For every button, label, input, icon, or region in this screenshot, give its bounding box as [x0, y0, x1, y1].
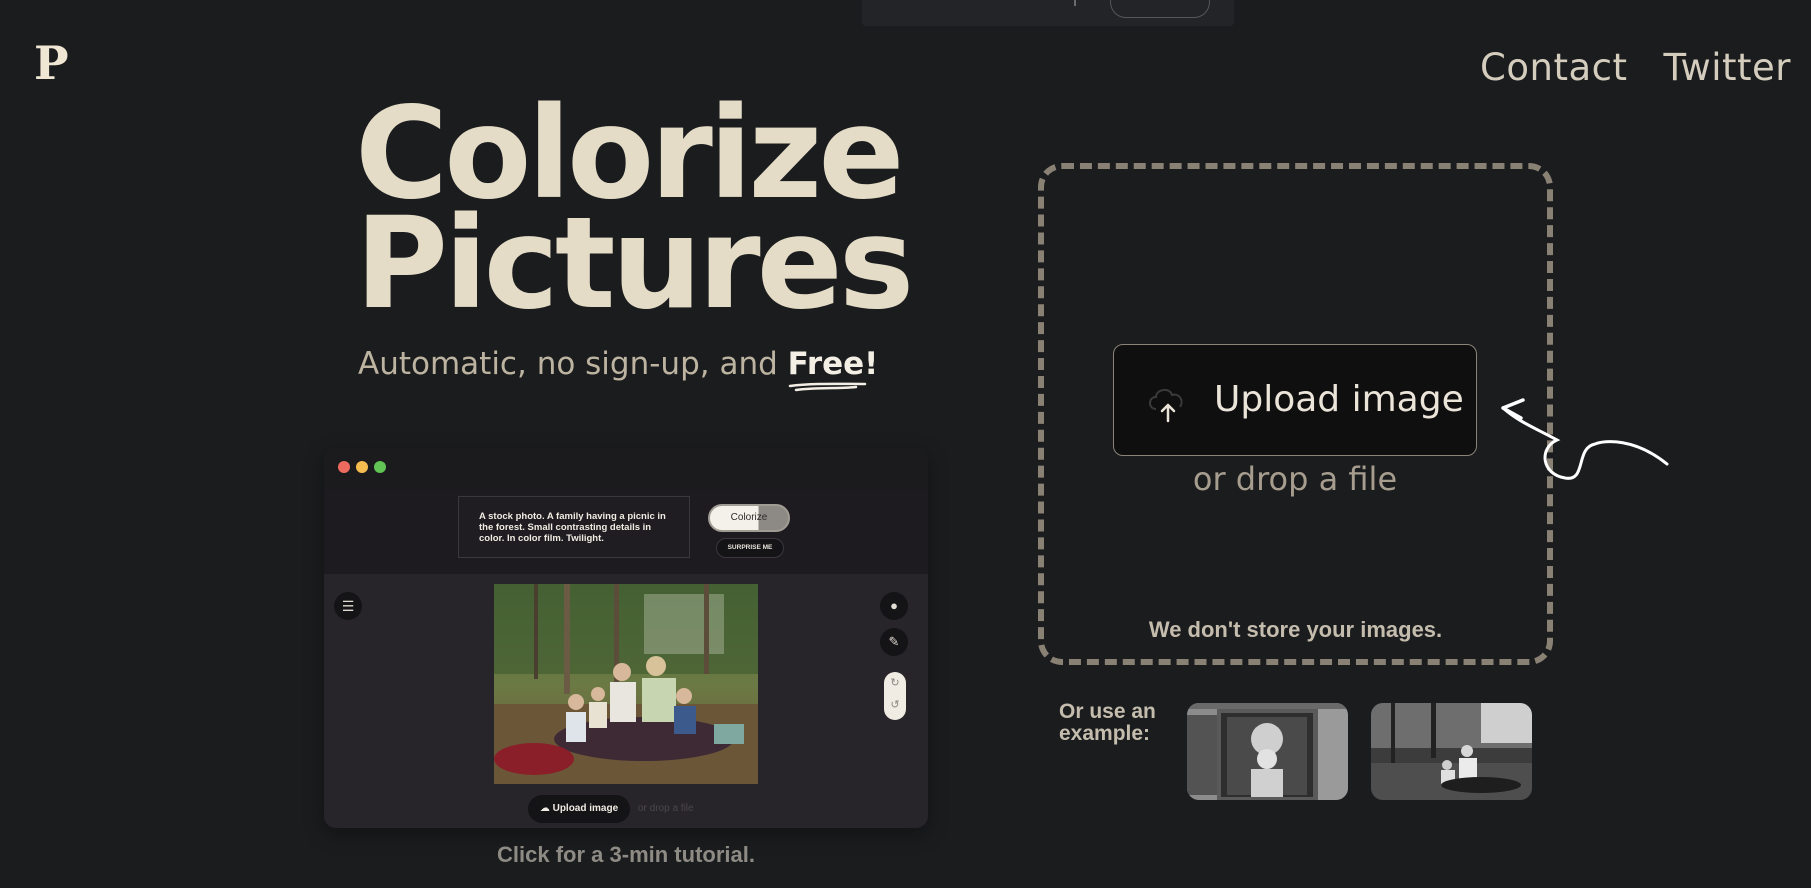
examples-label: Or use an example:	[1059, 700, 1156, 745]
top-banner-stub	[862, 0, 1234, 26]
banner-button[interactable]	[1110, 0, 1210, 18]
demo-toolbar: A stock photo. A family having a picnic …	[324, 490, 928, 574]
pencil-icon: ✎	[880, 628, 908, 656]
palette-icon: ●	[880, 592, 908, 620]
page-title: Colorize Pictures	[355, 90, 914, 327]
demo-upload-button: ☁ Upload image	[528, 795, 630, 823]
window-maximize-dot	[374, 461, 386, 473]
subtitle-emphasis: Free!	[788, 346, 878, 392]
tutorial-video-preview[interactable]: A stock photo. A family having a picnic …	[324, 448, 928, 828]
upload-image-button[interactable]: Upload image	[1113, 344, 1477, 456]
cloud-upload-icon	[1149, 389, 1183, 423]
demo-surprise-button: SURPRISE ME	[716, 538, 784, 558]
example-thumbnail-portrait[interactable]	[1187, 703, 1348, 800]
demo-colorize-button: Colorize	[708, 504, 790, 532]
undo-redo-icon: ↻ ↺	[884, 672, 906, 720]
window-close-dot	[338, 461, 350, 473]
nav-twitter-link[interactable]: Twitter	[1663, 46, 1791, 89]
tutorial-caption[interactable]: Click for a 3-min tutorial.	[324, 842, 928, 868]
window-titlebar	[324, 448, 928, 490]
top-nav: Contact Twitter	[1480, 46, 1791, 89]
title-line-2: Pictures	[355, 189, 914, 337]
example-thumbnail-picnic[interactable]	[1371, 703, 1532, 800]
menu-icon: ☰	[334, 592, 362, 620]
logo[interactable]: P	[34, 40, 69, 86]
window-minimize-dot	[356, 461, 368, 473]
drop-file-text: or drop a file	[1192, 460, 1398, 498]
hand-drawn-arrow-icon	[1501, 398, 1669, 480]
subtitle: Automatic, no sign-up, and Free!	[358, 346, 878, 392]
demo-workspace: ☰ ● ✎ ↻ ↺ ☁ Upload image or drop a file	[324, 574, 928, 828]
underline-scribble-icon	[788, 382, 866, 392]
demo-prompt-box: A stock photo. A family having a picnic …	[458, 496, 690, 558]
demo-drop-text: or drop a file	[638, 803, 694, 814]
upload-button-label: Upload image	[1214, 379, 1464, 420]
subtitle-text: Automatic, no sign-up, and	[358, 346, 788, 382]
privacy-note: We don't store your images.	[1148, 617, 1443, 642]
banner-divider	[1074, 0, 1076, 6]
demo-colorized-photo	[494, 584, 758, 784]
nav-contact-link[interactable]: Contact	[1480, 46, 1627, 89]
